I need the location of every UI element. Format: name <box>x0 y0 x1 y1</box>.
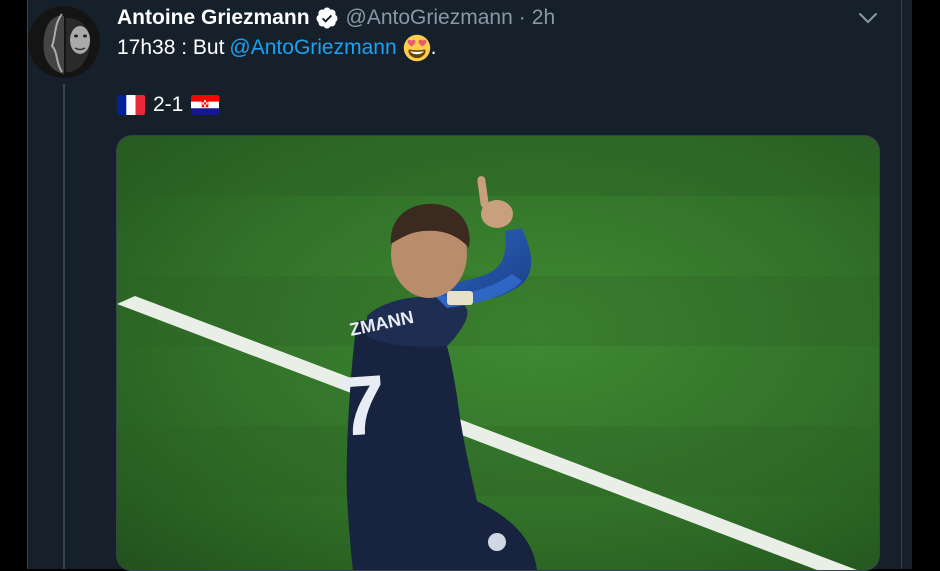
avatar-image <box>28 6 100 78</box>
column-edge <box>902 0 912 569</box>
author-name[interactable]: Antoine Griezmann <box>117 6 310 30</box>
france-flag-icon <box>117 95 145 115</box>
separator-dot: · <box>518 6 526 29</box>
mention-link[interactable]: @AntoGriezmann <box>229 36 396 60</box>
photo-celebration: ZMANN 7 <box>117 136 879 570</box>
tweet-text-suffix: . <box>430 36 437 59</box>
tweet-header: Antoine Griezmann @AntoGriezmann · 2h <box>117 4 555 32</box>
croatia-flag-icon <box>191 95 220 115</box>
author-handle[interactable]: @AntoGriezmann <box>346 6 513 30</box>
avatar[interactable] <box>28 6 100 78</box>
tweet-media-photo[interactable]: ZMANN 7 <box>116 135 880 571</box>
tweet-text: 17h38 : But @AntoGriezmann . <box>117 34 437 62</box>
score-line: 2-1 <box>117 93 220 117</box>
tweet-text-prefix: 17h38 : But <box>117 36 225 59</box>
verified-badge-icon <box>316 7 338 29</box>
thread-connector-line <box>63 84 65 569</box>
jersey-number: 7 <box>336 357 389 454</box>
match-score: 2-1 <box>153 93 184 116</box>
tweet-timestamp[interactable]: 2h <box>532 6 555 30</box>
heart-eyes-emoji-icon <box>403 34 430 62</box>
chevron-down-icon[interactable] <box>857 8 879 28</box>
